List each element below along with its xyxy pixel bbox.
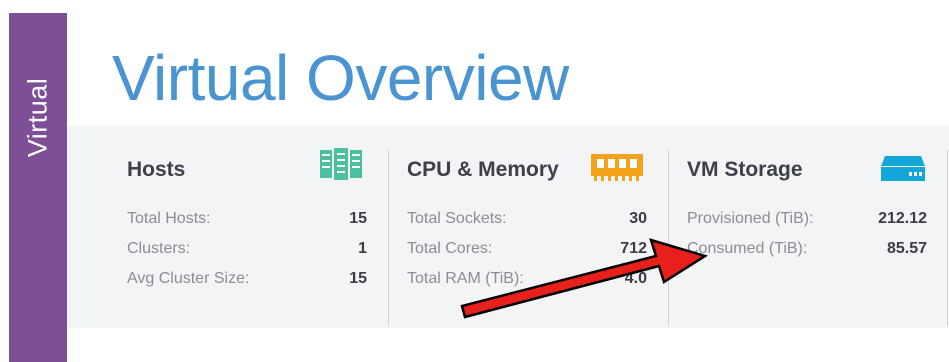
sidebar-tab-virtual[interactable]: Virtual [9,13,67,362]
stat-row-total-ram: Total RAM (TiB): 4.0 [407,268,647,290]
stat-row-total-cores: Total Cores: 712 [407,238,647,260]
stat-value: 212.12 [878,210,927,227]
stat-value: 85.57 [886,240,927,257]
page-title: Virtual Overview [112,42,569,114]
stat-row-total-sockets: Total Sockets: 30 [407,208,647,230]
hosts-card-title: Hosts [127,158,186,181]
stat-label: Total Hosts: [127,210,211,227]
stat-label: Total RAM (TiB): [407,270,524,287]
stat-label: Avg Cluster Size: [127,270,250,287]
cpu-memory-card: CPU & Memory Total Sockets: 30 Total Cor… [389,126,669,328]
memory-chip-icon [591,152,643,187]
stat-label: Total Sockets: [407,210,507,227]
stat-label: Total Cores: [407,240,493,257]
summary-panel: Hosts Total Hosts: 15 Clusters: 1 Avg Cl… [67,126,949,328]
server-rack-icon [319,148,363,185]
storage-drive-icon [879,154,927,189]
hosts-card: Hosts Total Hosts: 15 Clusters: 1 Avg Cl… [67,126,387,328]
stat-value: 15 [349,270,367,287]
stat-label: Clusters: [127,240,191,257]
vm-storage-card-title: VM Storage [687,158,803,181]
card-divider [947,150,948,326]
stat-value: 1 [358,240,367,257]
cpu-memory-card-title: CPU & Memory [407,158,559,181]
stat-label: Provisioned (TiB): [687,210,814,227]
sidebar-tab-label: Virtual [22,77,53,157]
stat-value: 712 [620,240,647,257]
stat-row-consumed: Consumed (TiB): 85.57 [687,238,927,260]
stat-label: Consumed (TiB): [687,240,808,257]
stat-value: 30 [629,210,647,227]
stat-value: 4.0 [624,270,647,287]
stat-row-provisioned: Provisioned (TiB): 212.12 [687,208,927,230]
vm-storage-card: VM Storage Provisioned (TiB): 212.12 Con… [669,126,949,328]
sidebar-tab-label-wrap: Virtual [9,72,67,162]
stat-row-avg-cluster-size: Avg Cluster Size: 15 [127,268,367,290]
stat-row-clusters: Clusters: 1 [127,238,367,260]
stat-row-total-hosts: Total Hosts: 15 [127,208,367,230]
stat-value: 15 [349,210,367,227]
